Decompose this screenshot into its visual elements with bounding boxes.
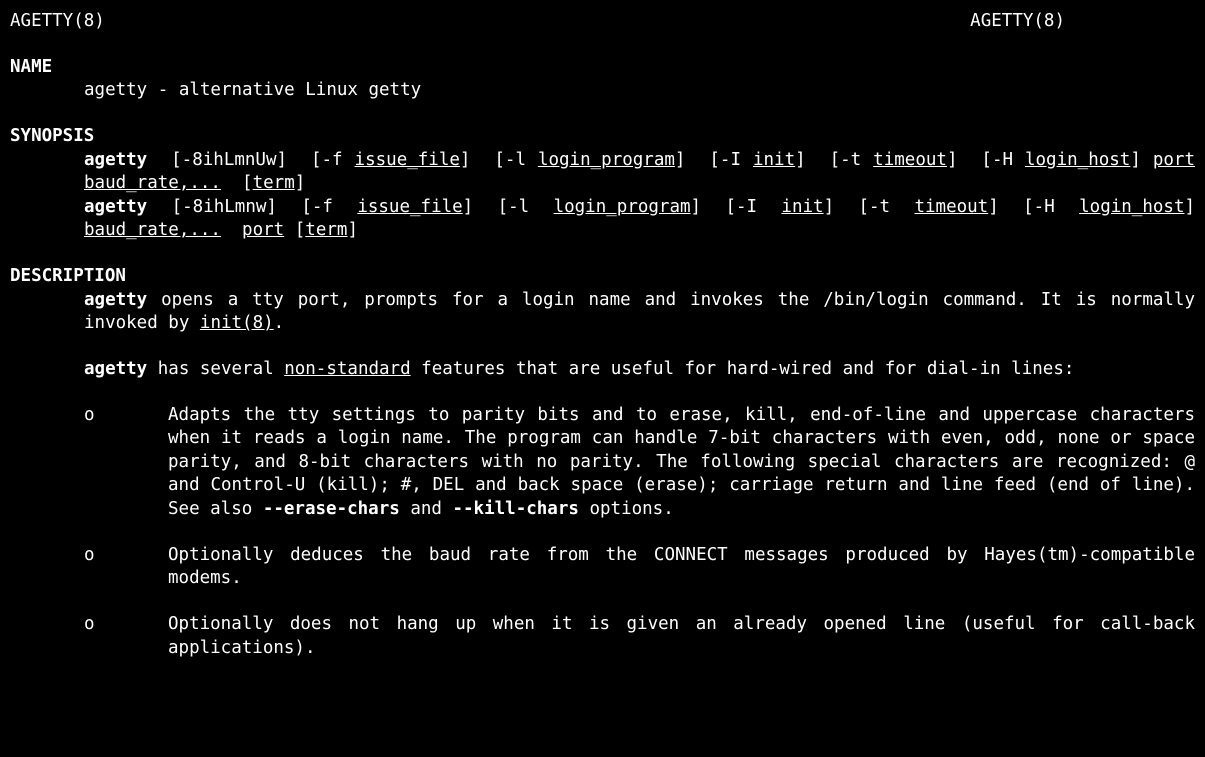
syn-cmd: agetty xyxy=(84,197,147,217)
bullet-item-3: o Optionally does not hang up when it is… xyxy=(84,613,1195,660)
syn-l-open: [-l xyxy=(498,197,554,217)
close-bracket-icon: ] xyxy=(988,197,1023,217)
syn-port: port xyxy=(242,220,284,240)
open-bracket-icon: [ xyxy=(295,220,306,240)
close-bracket-icon: ] xyxy=(460,150,471,170)
bullet-icon: o xyxy=(84,613,168,660)
close-bracket-icon: ] xyxy=(675,150,686,170)
non-standard-term: non-standard xyxy=(284,359,410,379)
bullet-text: Optionally deduces the baud rate from th… xyxy=(168,544,1195,591)
desc-cmd: agetty xyxy=(84,359,147,379)
close-bracket-icon: ] xyxy=(295,173,306,193)
section-name-text: agetty - alternative Linux getty xyxy=(84,79,1195,103)
syn-t-open: [-t xyxy=(830,150,862,170)
syn-term: term xyxy=(253,173,295,193)
syn-flags: [-8ihLmnw] xyxy=(172,197,277,217)
syn-baud: baud_rate,... xyxy=(84,220,221,240)
init-link[interactable]: init(8) xyxy=(200,313,274,333)
syn-l-open: [-l xyxy=(494,150,526,170)
synopsis-block: agetty [-8ihLmnUw] [-f issue_file] [-l l… xyxy=(84,149,1195,244)
syn-login-program: login_program xyxy=(538,150,675,170)
bullet-icon: o xyxy=(84,404,168,522)
close-bracket-icon: ] xyxy=(824,197,859,217)
man-header: AGETTY(8) AGETTY(8) xyxy=(10,10,1195,34)
close-bracket-icon: ] xyxy=(947,150,958,170)
synopsis-line-1: agetty [-8ihLmnUw] [-f issue_file] [-l l… xyxy=(84,149,1195,196)
syn-I-open: [-I xyxy=(709,150,741,170)
bullet-text-part: and xyxy=(400,499,453,519)
syn-f-open: [-f xyxy=(301,197,357,217)
open-bracket-icon: [ xyxy=(242,173,253,193)
section-name-head: NAME xyxy=(10,56,1195,80)
syn-timeout: timeout xyxy=(873,150,947,170)
syn-flags: [-8ihLmnUw] xyxy=(171,150,287,170)
bullet-text: Optionally does not hang up when it is g… xyxy=(168,613,1195,660)
syn-login-host: login_host xyxy=(1079,197,1184,217)
close-bracket-icon: ] xyxy=(1184,197,1195,217)
syn-I-open: [-I xyxy=(725,197,781,217)
man-page: AGETTY(8) AGETTY(8) NAME agetty - altern… xyxy=(0,0,1205,670)
synopsis-line-2: agetty [-8ihLmnw] [-f issue_file] [-l lo… xyxy=(84,196,1195,243)
section-description-head: DESCRIPTION xyxy=(10,265,1195,289)
bullet-text: Adapts the tty settings to parity bits a… xyxy=(168,404,1195,522)
syn-login-program: login_program xyxy=(554,197,691,217)
desc-text: has several xyxy=(147,359,284,379)
syn-issue-file: issue_file xyxy=(355,150,460,170)
syn-issue-file: issue_file xyxy=(357,197,462,217)
syn-H-open: [-H xyxy=(981,150,1013,170)
syn-t-open: [-t xyxy=(858,197,914,217)
desc-text: . xyxy=(274,313,285,333)
close-bracket-icon: ] xyxy=(347,220,358,240)
section-synopsis-head: SYNOPSIS xyxy=(10,125,1195,149)
description-para-1: agetty opens a tty port, prompts for a l… xyxy=(84,289,1195,336)
syn-login-host: login_host xyxy=(1025,150,1130,170)
header-right: AGETTY(8) xyxy=(970,10,1065,34)
bullet-item-1: o Adapts the tty settings to parity bits… xyxy=(84,404,1195,522)
option-kill-chars: --kill-chars xyxy=(452,499,578,519)
syn-timeout: timeout xyxy=(914,197,988,217)
bullet-icon: o xyxy=(84,544,168,591)
header-left: AGETTY(8) xyxy=(10,10,105,34)
close-bracket-icon: ] xyxy=(463,197,498,217)
syn-baud: baud_rate,... xyxy=(84,173,221,193)
syn-init: init xyxy=(753,150,795,170)
close-bracket-icon: ] xyxy=(691,197,726,217)
close-bracket-icon: ] xyxy=(795,150,806,170)
syn-init: init xyxy=(781,197,823,217)
syn-cmd: agetty xyxy=(84,150,147,170)
syn-f-open: [-f xyxy=(311,150,343,170)
close-bracket-icon: ] xyxy=(1130,150,1141,170)
syn-port: port xyxy=(1153,150,1195,170)
desc-text: features that are useful for hard-wired … xyxy=(411,359,1075,379)
bullet-item-2: o Optionally deduces the baud rate from … xyxy=(84,544,1195,591)
syn-H-open: [-H xyxy=(1023,197,1079,217)
bullet-text-part: options. xyxy=(579,499,674,519)
desc-cmd: agetty xyxy=(84,290,147,310)
option-erase-chars: --erase-chars xyxy=(263,499,400,519)
syn-term: term xyxy=(305,220,347,240)
description-para-2: agetty has several non-standard features… xyxy=(84,358,1195,382)
